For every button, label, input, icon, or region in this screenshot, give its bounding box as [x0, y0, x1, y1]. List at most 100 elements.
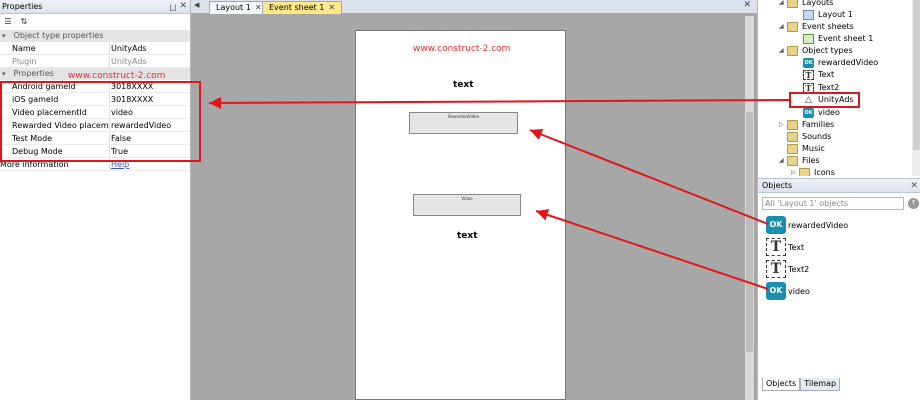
collapse-toggle-icon[interactable]: ▾	[2, 68, 11, 80]
tab-scroll-left-icon[interactable]: ◀	[194, 1, 199, 9]
tree-node-text[interactable]: T Text	[803, 69, 834, 81]
tree-label: Files	[802, 156, 820, 165]
objects-bottom-tabs: Objects Tilemap	[762, 378, 841, 391]
folder-icon	[799, 168, 810, 176]
tree-node-video[interactable]: OK video	[803, 107, 840, 119]
editor-tab-bar: ◀ Layout 1 ✕ Event sheet 1 ✕ ✕	[191, 0, 757, 14]
text-icon: T	[766, 238, 786, 256]
property-value-plugin: UnityAds	[111, 57, 147, 66]
ok-button-icon: OK	[803, 58, 814, 68]
scroll-thumb[interactable]	[746, 112, 753, 352]
tree-label: Event sheet 1	[818, 34, 874, 43]
tree-label: rewardedVideo	[818, 58, 879, 67]
tree-label: video	[818, 108, 840, 117]
ok-button-icon: OK	[766, 216, 786, 234]
pin-icon[interactable]: ⨆	[170, 1, 176, 14]
folder-icon	[787, 46, 798, 56]
expand-arrow-icon[interactable]: ◢	[779, 0, 787, 9]
watermark-text: www.construct-2.com	[68, 71, 166, 81]
property-value-name[interactable]: UnityAds	[110, 42, 190, 54]
objects-filter-input[interactable]: All 'Layout 1' objects	[762, 197, 904, 210]
tree-node-families[interactable]: ▷ Families	[779, 119, 834, 131]
tree-label: Icons	[814, 168, 835, 176]
objects-title-label: Objects	[762, 181, 793, 190]
project-tree-scrollbar[interactable]	[912, 0, 920, 176]
layout-editor: ◀ Layout 1 ✕ Event sheet 1 ✕ ✕ www.constru…	[191, 0, 757, 400]
categorized-view-icon[interactable]: ☰	[2, 16, 14, 27]
folder-icon	[787, 0, 798, 8]
tree-label: Layout 1	[818, 10, 853, 19]
tree-node-icons[interactable]: ▷ Icons	[791, 167, 835, 176]
text2-object[interactable]: text	[457, 231, 478, 241]
tree-node-object-types[interactable]: ◢ Object types	[779, 45, 853, 57]
highlight-box-unityads	[789, 92, 860, 108]
folder-icon	[787, 120, 798, 130]
text-object[interactable]: text	[453, 80, 474, 90]
objects-panel-title: Objects ✕	[758, 179, 920, 193]
tree-node-event-sheets[interactable]: ◢ Event sheets	[779, 21, 854, 33]
properties-title-label: Properties	[2, 2, 43, 11]
tab-objects[interactable]: Objects	[762, 378, 801, 391]
video-button-object[interactable]: Video	[413, 194, 521, 216]
tab-label: Event sheet 1	[269, 3, 325, 12]
tree-label: Object types	[802, 46, 853, 55]
close-icon[interactable]: ✕	[255, 3, 262, 12]
collapse-toggle-icon[interactable]: ▾	[2, 30, 11, 42]
object-item-video[interactable]: OK video	[766, 282, 810, 300]
section-object-type-properties[interactable]: ▾ Object type properties	[0, 30, 190, 42]
folder-icon	[787, 132, 798, 142]
object-label: video	[788, 286, 810, 296]
tree-label: Sounds	[802, 132, 832, 141]
object-item-text[interactable]: T Text	[766, 238, 804, 256]
tab-label: Layout 1	[216, 3, 251, 12]
folder-icon	[787, 22, 798, 32]
property-key: Plugin	[0, 55, 110, 67]
rewarded-video-button-object[interactable]: RewardedVideo	[409, 112, 518, 134]
expand-arrow-icon[interactable]: ◢	[779, 21, 787, 33]
project-tree: ◢ Layouts Layout 1 ◢ Event sheets Event …	[758, 0, 920, 176]
expand-arrow-icon[interactable]: ▷	[779, 119, 787, 131]
close-icon[interactable]: ✕	[179, 0, 187, 13]
tree-node-sounds[interactable]: Sounds	[787, 131, 831, 143]
ok-button-icon: OK	[803, 108, 814, 118]
vertical-scrollbar[interactable]	[745, 16, 754, 400]
tree-node-layouts[interactable]: ◢ Layouts	[779, 0, 833, 9]
folder-icon	[787, 144, 798, 154]
sort-alphabetical-icon[interactable]: ⇅	[18, 16, 30, 27]
properties-toolbar: ☰ ⇅	[0, 14, 190, 30]
layout-icon	[803, 10, 814, 20]
tree-node-rewardedvideo[interactable]: OK rewardedVideo	[803, 57, 878, 69]
tree-label: Music	[802, 144, 825, 153]
property-row-plugin: Plugin UnityAds	[0, 55, 190, 68]
section-label: Properties	[13, 69, 54, 78]
section-label: Object type properties	[13, 31, 104, 40]
object-label: rewardedVideo	[788, 220, 849, 230]
text-icon: T	[766, 260, 786, 278]
close-icon[interactable]: ✕	[328, 3, 335, 12]
properties-panel-title: Properties ⨆ ✕	[0, 0, 190, 14]
expand-arrow-icon[interactable]: ◢	[779, 45, 787, 57]
object-item-text2[interactable]: T Text2	[766, 260, 809, 278]
expand-arrow-icon[interactable]: ◢	[779, 155, 787, 167]
scroll-thumb[interactable]	[913, 0, 920, 150]
close-icon[interactable]: ✕	[743, 0, 751, 10]
tree-node-event-sheet-1[interactable]: Event sheet 1	[803, 33, 873, 45]
tab-event-sheet-1[interactable]: Event sheet 1 ✕	[262, 1, 343, 14]
watermark-text: www.construct-2.com	[413, 44, 511, 54]
object-item-rewardedvideo[interactable]: OK rewardedVideo	[766, 216, 848, 234]
tree-node-layout-1[interactable]: Layout 1	[803, 9, 853, 21]
expand-arrow-icon[interactable]: ▷	[791, 167, 799, 176]
object-label: Text	[788, 242, 805, 252]
filter-up-icon[interactable]: ↑	[908, 198, 919, 209]
right-panels: ◢ Layouts Layout 1 ◢ Event sheets Event …	[757, 0, 920, 400]
close-icon[interactable]: ✕	[910, 179, 918, 193]
property-key: Name	[0, 42, 110, 54]
tab-layout-1[interactable]: Layout 1 ✕	[209, 1, 269, 14]
property-row-name[interactable]: Name UnityAds	[0, 42, 190, 55]
ok-button-icon: OK	[766, 282, 786, 300]
tree-node-files[interactable]: ◢ Files	[779, 155, 820, 167]
layout-canvas[interactable]: www.construct-2.com text RewardedVideo V…	[355, 30, 566, 400]
tab-tilemap[interactable]: Tilemap	[800, 378, 841, 391]
tree-node-music[interactable]: Music	[787, 143, 825, 155]
properties-panel: Properties ⨆ ✕ ☰ ⇅ ▾ Object type propert…	[0, 0, 191, 400]
